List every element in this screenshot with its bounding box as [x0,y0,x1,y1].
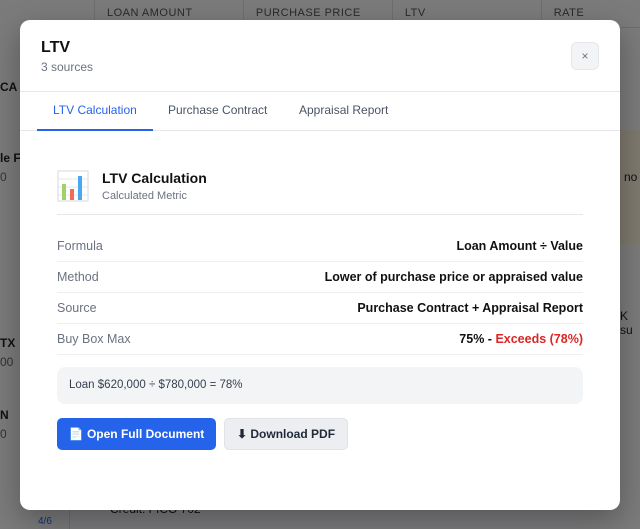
tab-content: LTV Calculation Calculated Metric Formul… [57,170,583,450]
row-value: Loan Amount ÷ Value [456,239,583,253]
row-label: Buy Box Max [57,332,131,346]
calculation-box: Loan $620,000 ÷ $780,000 = 78% [57,367,583,404]
row-value: 75% - [459,332,496,346]
card-subtitle: Calculated Metric [102,189,187,202]
row-value: Purchase Contract + Appraisal Report [357,301,583,315]
card-title: LTV Calculation [102,169,207,186]
download-pdf-button[interactable]: ⬇ Download PDF [224,418,348,450]
close-button[interactable]: × [571,42,599,70]
open-full-document-button[interactable]: 📄 Open Full Document [57,418,216,450]
tab-appraisal-report[interactable]: Appraisal Report [283,92,404,131]
tab-ltv-calculation[interactable]: LTV Calculation [37,92,153,131]
ltv-modal: LTV 3 sources × LTV Calculation Purchase… [20,20,620,510]
detail-row-method: Method Lower of purchase price or apprais… [57,262,583,293]
detail-row-formula: Formula Loan Amount ÷ Value [57,231,583,262]
row-label: Method [57,270,99,284]
row-value: Lower of purchase price or appraised val… [324,270,583,284]
modal-title: LTV [41,39,71,56]
bar-chart-icon [57,170,89,201]
tab-purchase-contract[interactable]: Purchase Contract [152,92,283,131]
row-label: Formula [57,239,103,253]
card-header: LTV Calculation Calculated Metric [57,157,583,215]
modal-subtitle: 3 sources [41,60,94,74]
row-label: Source [57,301,97,315]
tab-bar: LTV Calculation Purchase Contract Apprai… [20,91,620,131]
detail-row-buy-box-max: Buy Box Max 75% - Exceeds (78%) [57,324,583,355]
exceeds-badge: Exceeds (78%) [495,332,583,346]
detail-row-source: Source Purchase Contract + Appraisal Repo… [57,293,583,324]
